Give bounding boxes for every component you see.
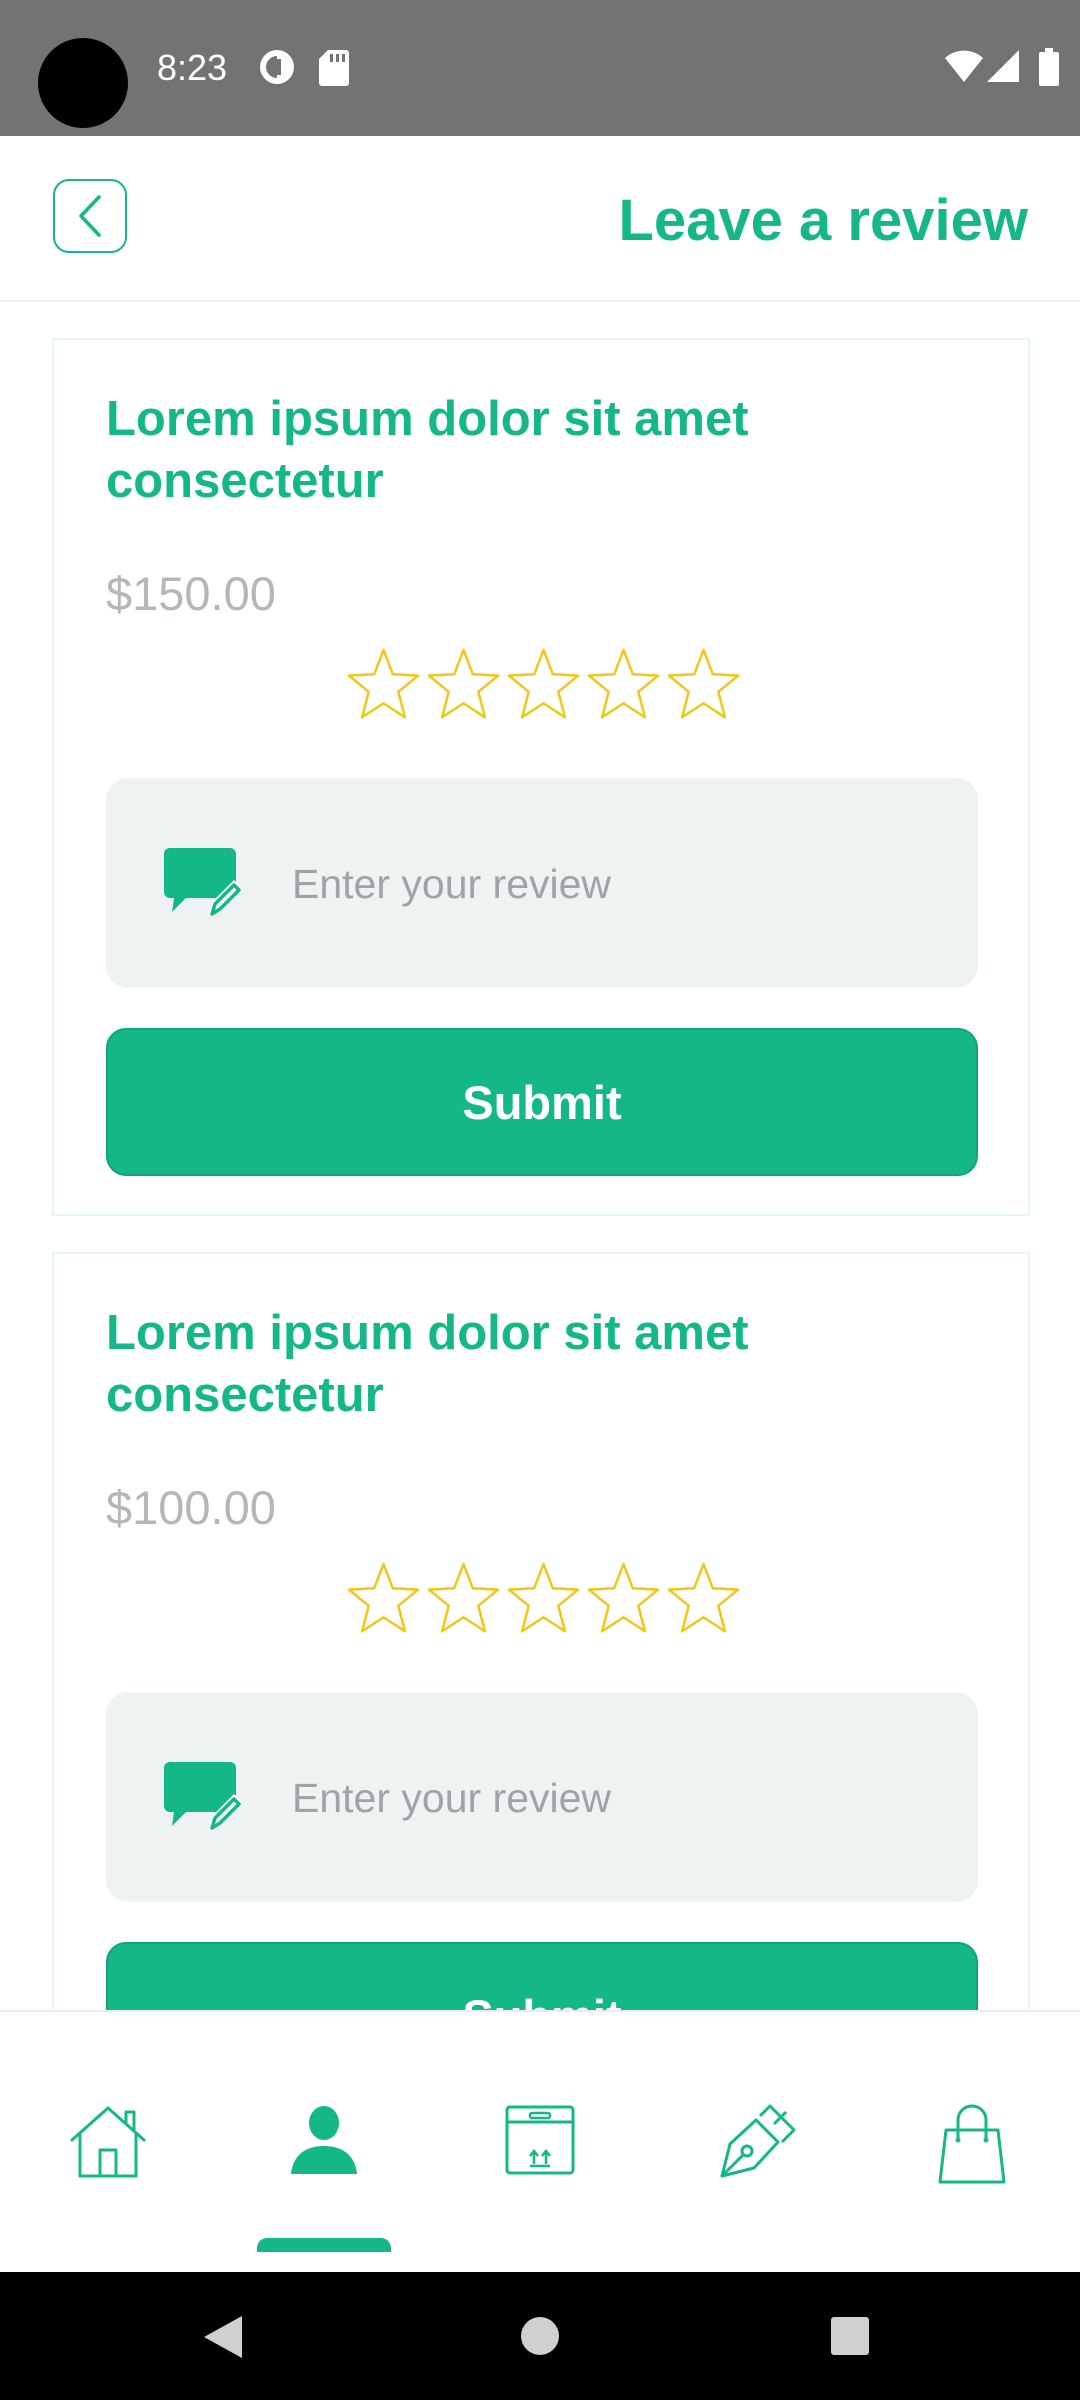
person-icon: [291, 2106, 357, 2174]
pen-nib-icon: [720, 2104, 796, 2178]
box-icon: [505, 2105, 575, 2175]
nav-profile[interactable]: [216, 2012, 432, 2274]
bottom-nav: [0, 2010, 1080, 2274]
product-price: $150.00: [106, 567, 276, 620]
review-field[interactable]: [106, 1692, 978, 1902]
status-time: 8:23: [157, 47, 228, 88]
page-title: Leave a review: [618, 188, 1028, 253]
star-icon[interactable]: [424, 1560, 503, 1639]
status-bar: 8:23: [0, 0, 1080, 136]
review-card: Lorem ipsum dolor sit amet consectetur $…: [52, 338, 1030, 1216]
star-rating[interactable]: [344, 646, 744, 726]
submit-button[interactable]: Submit: [106, 1028, 978, 1176]
submit-button[interactable]: Submit: [106, 1942, 978, 2010]
star-icon[interactable]: [584, 1560, 663, 1639]
star-icon[interactable]: [664, 1560, 743, 1639]
comment-edit-icon: [164, 1762, 242, 1830]
system-nav-bar: [0, 2272, 1080, 2400]
nav-home[interactable]: [0, 2012, 216, 2274]
chevron-left-icon: [79, 195, 101, 237]
system-recents-button[interactable]: [830, 2316, 870, 2356]
active-tab-indicator: [257, 2238, 391, 2252]
star-icon[interactable]: [504, 646, 583, 725]
product-price: $100.00: [106, 1481, 276, 1534]
star-icon[interactable]: [584, 646, 663, 725]
review-input[interactable]: [290, 1762, 934, 1834]
review-input[interactable]: [290, 848, 934, 920]
app-header: Leave a review: [0, 136, 1080, 302]
review-list[interactable]: Lorem ipsum dolor sit amet consectetur $…: [0, 302, 1080, 2010]
product-title: Lorem ipsum dolor sit amet consectetur: [106, 392, 749, 508]
nav-orders[interactable]: [432, 2012, 648, 2274]
wifi-icon: [945, 50, 983, 82]
review-field[interactable]: [106, 778, 978, 988]
star-icon[interactable]: [344, 1560, 423, 1639]
star-icon[interactable]: [664, 646, 743, 725]
signal-icon: [987, 50, 1019, 82]
battery-icon: [1039, 48, 1059, 86]
star-rating[interactable]: [344, 1560, 744, 1640]
nav-reviews[interactable]: [648, 2012, 864, 2274]
home-icon: [70, 2106, 146, 2178]
camera-cutout: [38, 38, 128, 128]
back-button[interactable]: [53, 179, 127, 253]
shopping-bag-icon: [938, 2104, 1006, 2184]
system-back-button[interactable]: [200, 2314, 246, 2360]
nav-cart[interactable]: [864, 2012, 1080, 2274]
star-icon[interactable]: [424, 646, 503, 725]
system-home-button[interactable]: [520, 2316, 560, 2356]
star-icon[interactable]: [504, 1560, 583, 1639]
sync-icon: [260, 50, 294, 84]
sd-card-icon: [319, 50, 349, 86]
comment-edit-icon: [164, 848, 242, 916]
star-icon[interactable]: [344, 646, 423, 725]
review-card: Lorem ipsum dolor sit amet consectetur $…: [52, 1252, 1030, 2010]
product-title: Lorem ipsum dolor sit amet consectetur: [106, 1306, 749, 1422]
